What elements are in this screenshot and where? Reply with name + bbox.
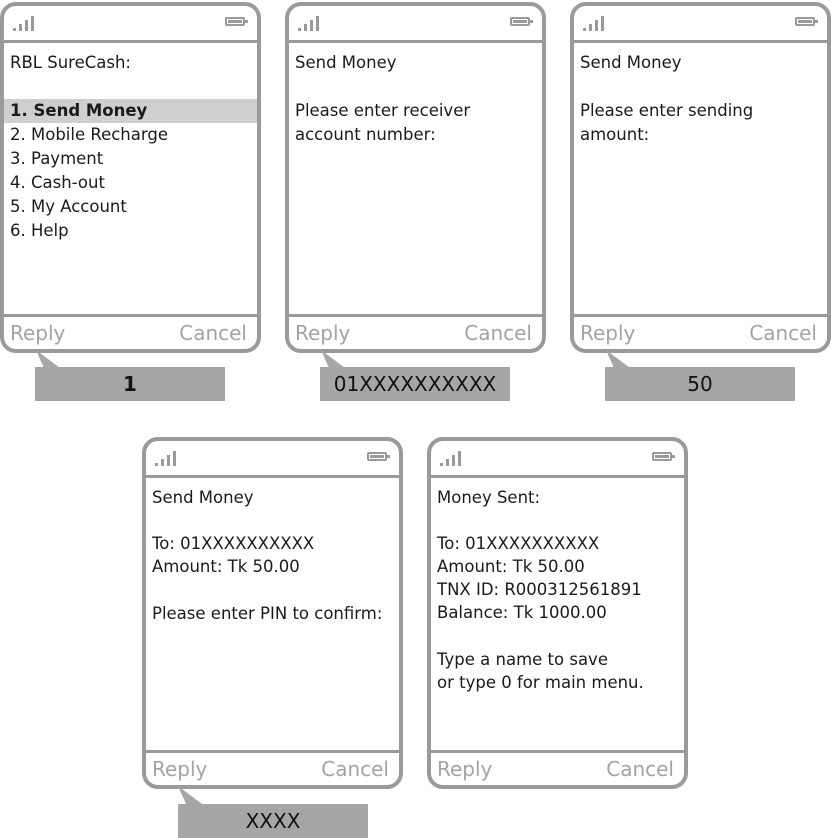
user-input-box: 50	[605, 367, 795, 401]
softkey-bar: Reply Cancel	[4, 314, 257, 349]
screen-content: Money Sent: To: 01XXXXXXXXXX Amount: Tk …	[431, 478, 684, 750]
battery-icon	[510, 17, 533, 26]
phone-screen-sending-amount: Send Money Please enter sending amount: …	[570, 2, 831, 353]
signal-icon	[298, 15, 320, 31]
signal-icon	[13, 15, 35, 31]
phone-screen-money-sent: Money Sent: To: 01XXXXXXXXXX Amount: Tk …	[427, 437, 688, 789]
status-bar	[574, 6, 827, 43]
status-bar	[431, 441, 684, 478]
transaction-id-line: TNX ID: R000312561891	[437, 580, 642, 599]
screen-title: Money Sent:	[437, 488, 541, 507]
softkey-bar: Reply Cancel	[574, 314, 827, 349]
user-input-box: 01XXXXXXXXXX	[320, 367, 510, 401]
screen-content: Send Money To: 01XXXXXXXXXX Amount: Tk 5…	[146, 478, 399, 750]
cancel-softkey[interactable]: Cancel	[179, 320, 247, 346]
prompt-line: account number:	[295, 125, 436, 144]
menu-item-payment[interactable]: 3. Payment	[10, 147, 103, 171]
menu-item-mobile-recharge[interactable]: 2. Mobile Recharge	[10, 123, 168, 147]
phone-screen-main-menu: RBL SureCash: 1. Send Money 2. Mobile Re…	[0, 2, 261, 353]
amount-line: Amount: Tk 50.00	[152, 557, 300, 576]
battery-icon	[367, 452, 390, 461]
screen-title: Send Money	[295, 53, 397, 72]
softkey-bar: Reply Cancel	[431, 750, 684, 785]
status-bar	[4, 6, 257, 43]
screen-title: Send Money	[580, 53, 682, 72]
screen-content: Send Money Please enter sending amount:	[574, 43, 827, 314]
cancel-softkey[interactable]: Cancel	[464, 320, 532, 346]
signal-icon	[440, 450, 462, 466]
menu-title: RBL SureCash:	[10, 53, 131, 72]
prompt-line: Please enter sending	[580, 101, 754, 120]
status-bar	[289, 6, 542, 43]
reply-softkey[interactable]: Reply	[152, 756, 207, 782]
softkey-bar: Reply Cancel	[146, 750, 399, 785]
cancel-softkey[interactable]: Cancel	[321, 756, 389, 782]
reply-softkey[interactable]: Reply	[437, 756, 492, 782]
prompt-line: Please enter PIN to confirm:	[152, 604, 383, 623]
reply-softkey[interactable]: Reply	[10, 320, 65, 346]
cancel-softkey[interactable]: Cancel	[606, 756, 674, 782]
prompt-line: Please enter receiver	[295, 101, 471, 120]
prompt-line: amount:	[580, 125, 650, 144]
amount-line: Amount: Tk 50.00	[437, 557, 585, 576]
status-bar	[146, 441, 399, 478]
prompt-line: Type a name to save	[437, 650, 608, 669]
screen-content: RBL SureCash: 1. Send Money 2. Mobile Re…	[4, 43, 257, 314]
prompt-line: or type 0 for main menu.	[437, 673, 644, 692]
balance-line: Balance: Tk 1000.00	[437, 603, 607, 622]
menu-item-cash-out[interactable]: 4. Cash-out	[10, 171, 105, 195]
recipient-line: To: 01XXXXXXXXXX	[437, 534, 600, 553]
signal-icon	[583, 15, 605, 31]
menu-item-send-money[interactable]: 1. Send Money	[4, 99, 257, 123]
menu-item-help[interactable]: 6. Help	[10, 219, 69, 243]
recipient-line: To: 01XXXXXXXXXX	[152, 534, 315, 553]
user-input-box: 1	[35, 367, 225, 401]
reply-softkey[interactable]: Reply	[580, 320, 635, 346]
phone-screen-receiver-account: Send Money Please enter receiver account…	[285, 2, 546, 353]
menu-item-my-account[interactable]: 5. My Account	[10, 195, 127, 219]
signal-icon	[155, 450, 177, 466]
battery-icon	[225, 17, 248, 26]
cancel-softkey[interactable]: Cancel	[749, 320, 817, 346]
phone-screen-confirm-pin: Send Money To: 01XXXXXXXXXX Amount: Tk 5…	[142, 437, 403, 789]
softkey-bar: Reply Cancel	[289, 314, 542, 349]
screen-content: Send Money Please enter receiver account…	[289, 43, 542, 314]
user-input-box: XXXX	[178, 804, 368, 838]
screen-title: Send Money	[152, 488, 254, 507]
battery-icon	[795, 17, 818, 26]
reply-softkey[interactable]: Reply	[295, 320, 350, 346]
battery-icon	[652, 452, 675, 461]
